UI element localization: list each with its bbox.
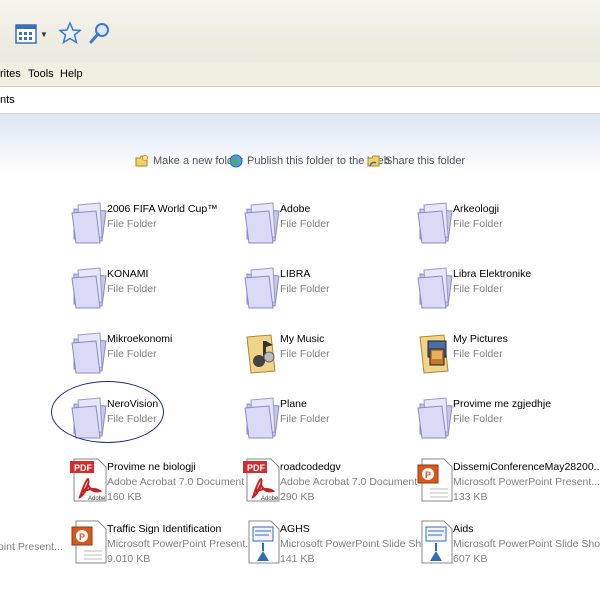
file-type: File Folder — [107, 283, 157, 295]
toolbar: ▼ — [0, 0, 600, 63]
file-type: File Folder — [280, 348, 330, 360]
file-name: Mikroekonomi — [107, 333, 173, 345]
file-item[interactable]: Libra Elektronike File Folder — [416, 262, 586, 312]
file-name: KONAMI — [107, 268, 149, 280]
file-name: roadcodedgv — [280, 461, 341, 473]
svg-text:PDF: PDF — [74, 463, 93, 473]
annotation-ellipse — [51, 381, 164, 443]
make-new-folder-task[interactable]: Make a new folder — [135, 154, 243, 168]
file-name: LIBRA — [280, 268, 311, 280]
search-icon[interactable] — [88, 21, 112, 45]
file-type: File Folder — [280, 218, 330, 230]
file-item[interactable]: Aids Microsoft PowerPoint Slide Show 607… — [416, 517, 600, 567]
file-type: File Folder — [453, 413, 503, 425]
file-name: AGHS — [280, 523, 310, 535]
share-folder-task[interactable]: Share this folder — [367, 154, 465, 168]
file-size: 141 KB — [280, 553, 315, 565]
file-item[interactable]: PDF Adobe Provime ne biologji Adobe Acro… — [70, 455, 244, 505]
file-name: Adobe — [280, 203, 311, 215]
file-item[interactable]: My Pictures File Folder — [416, 327, 586, 377]
file-type: Microsoft PowerPoint Present... — [107, 538, 255, 550]
file-type: File Folder — [453, 218, 503, 230]
partial-item-type: oint Present... — [0, 541, 63, 553]
address-text[interactable]: nts — [0, 94, 15, 106]
share-folder-label: Share this folder — [385, 155, 466, 167]
file-item[interactable]: P DissemiConferenceMay28200... Microsoft… — [416, 455, 600, 505]
file-item[interactable]: LIBRA File Folder — [243, 262, 413, 312]
file-name: Aids — [453, 523, 474, 535]
file-item[interactable]: P Traffic Sign Identification Microsoft … — [70, 517, 254, 567]
svg-text:P: P — [425, 470, 431, 480]
file-type: Microsoft PowerPoint Slide Show — [453, 538, 600, 550]
svg-text:P: P — [79, 532, 85, 542]
file-name: Arkeologji — [453, 203, 500, 215]
file-name: 2006 FIFA World Cup™ — [107, 203, 218, 215]
file-name: My Music — [280, 333, 325, 345]
menu-help[interactable]: Help — [60, 68, 83, 80]
file-name: Libra Elektronike — [453, 268, 532, 280]
file-item[interactable]: Mikroekonomi File Folder — [70, 327, 240, 377]
file-type: Microsoft PowerPoint Slide Show — [280, 538, 435, 550]
file-type: File Folder — [280, 283, 330, 295]
file-type: File Folder — [107, 218, 157, 230]
file-size: 9.010 KB — [107, 553, 151, 565]
file-type: Adobe Acrobat 7.0 Document — [107, 476, 245, 488]
address-bar[interactable]: nts — [0, 87, 600, 114]
favorites-star-icon[interactable] — [58, 21, 82, 45]
file-size: 133 KB — [453, 491, 488, 503]
svg-text:Adobe: Adobe — [88, 496, 106, 502]
file-type: File Folder — [453, 283, 503, 295]
file-type: File Folder — [107, 348, 157, 360]
file-type: Adobe Acrobat 7.0 Document — [280, 476, 418, 488]
file-item[interactable]: KONAMI File Folder — [70, 262, 240, 312]
file-type: Microsoft PowerPoint Present... — [453, 476, 600, 488]
file-item[interactable]: Arkeologji File Folder — [416, 197, 586, 247]
folder-tasks: Make a new folder Publish this folder to… — [0, 154, 600, 174]
publish-folder-task[interactable]: Publish this folder to the Web — [229, 154, 390, 168]
svg-text:PDF: PDF — [247, 463, 266, 473]
globe-icon — [229, 154, 243, 168]
menu-tools[interactable]: Tools — [28, 68, 54, 80]
file-item[interactable]: PDF Adobe roadcodedgv Adobe Acrobat 7.0 … — [243, 455, 417, 505]
share-folder-icon — [367, 155, 380, 167]
file-item[interactable]: Provime me zgjedhje File Folder — [416, 392, 586, 442]
file-size: 607 KB — [453, 553, 488, 565]
file-name: Plane — [280, 398, 307, 410]
views-icon[interactable] — [14, 22, 38, 46]
file-item[interactable]: Adobe File Folder — [243, 197, 413, 247]
file-item[interactable]: My Music File Folder — [243, 327, 413, 377]
file-name: Traffic Sign Identification — [107, 523, 222, 535]
file-size: 290 KB — [280, 491, 315, 503]
menu-favorites[interactable]: rites — [0, 68, 21, 80]
file-size: 160 KB — [107, 491, 142, 503]
file-item[interactable]: AGHS Microsoft PowerPoint Slide Show 141… — [243, 517, 435, 567]
file-item[interactable]: 2006 FIFA World Cup™ File Folder — [70, 197, 240, 247]
file-item[interactable]: Plane File Folder — [243, 392, 413, 442]
back-icon[interactable] — [0, 26, 6, 42]
new-folder-icon — [135, 155, 148, 167]
menu-bar: rites Tools Help — [0, 62, 600, 87]
file-name: My Pictures — [453, 333, 508, 345]
file-name: Provime me zgjedhje — [453, 398, 552, 410]
file-name: Provime ne biologji — [107, 461, 196, 473]
file-type: File Folder — [453, 348, 503, 360]
svg-text:Adobe: Adobe — [261, 496, 279, 502]
views-dropdown-arrow-icon[interactable]: ▼ — [40, 30, 48, 39]
file-name: DissemiConferenceMay28200... — [453, 461, 600, 473]
file-type: File Folder — [280, 413, 330, 425]
